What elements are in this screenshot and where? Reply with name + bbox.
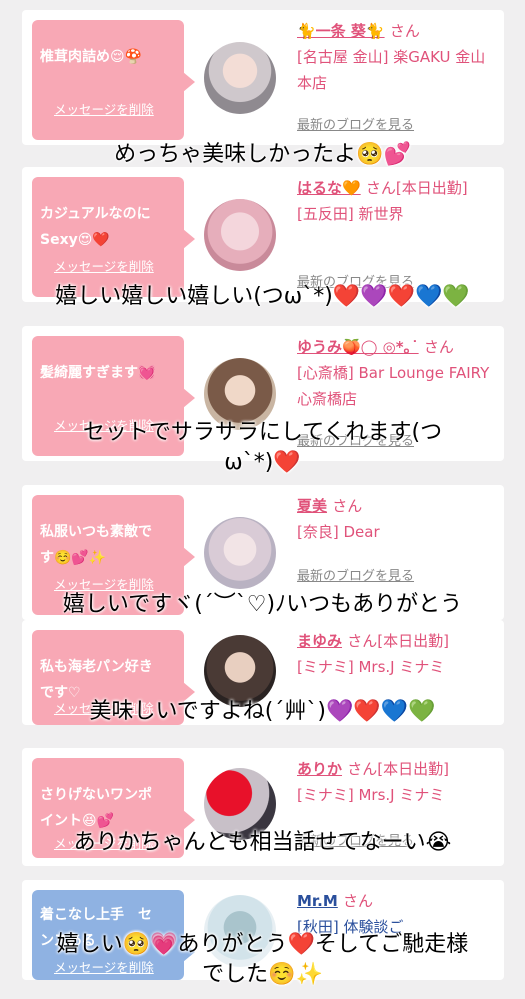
avatar[interactable] — [204, 517, 276, 589]
name-suffix: さん — [423, 338, 454, 356]
delete-message-link[interactable]: メッセージを削除 — [54, 99, 154, 118]
shop-name: [ミナミ] Mrs.J ミナミ — [297, 658, 445, 676]
cast-name-link[interactable]: まゆみ — [297, 632, 342, 650]
name-suffix: さん — [389, 22, 420, 40]
message-text: 椎茸肉詰め😌🍄 — [40, 49, 143, 65]
message-card: 椎茸肉詰め😌🍄 メッセージを削除 🐈一条 葵🐈 さん [名古屋 金山] 楽GAK… — [22, 10, 504, 145]
cast-name-link[interactable]: ゆうみ🍑◯ ◎*｡˙ — [297, 338, 419, 356]
cast-name-link[interactable]: 夏美 — [297, 497, 327, 515]
name-suffix: さん[本日出勤] — [347, 632, 449, 650]
shop-name: [五反田] 新世界 — [297, 205, 404, 223]
shop-name: [心斎橋] Bar Lounge FAIRY 心斎橋店 — [297, 364, 490, 408]
delete-message-link[interactable]: メッセージを削除 — [54, 256, 154, 275]
shop-name: [ミナミ] Mrs.J ミナミ — [297, 786, 445, 804]
comment-text: 嬉しい🥺💗ありがとう❤️そしてご馳走様 でした☺️✨ — [56, 932, 469, 987]
comment-text: 美味しいですよね(´艸`)💜❤️💙💚 — [89, 699, 436, 724]
name-suffix: さん — [332, 497, 363, 515]
shop-name: [奈良] Dear — [297, 523, 380, 541]
shop-name: [名古屋 金山] 楽GAKU 金山本店 — [297, 48, 486, 92]
name-suffix: さん[本日出勤] — [347, 760, 449, 778]
comment-text: 嬉しい嬉しい嬉しい(つω`*)❤️💜❤️💙💚 — [55, 284, 470, 309]
avatar[interactable] — [204, 42, 276, 114]
latest-blog-link[interactable]: 最新のブログを見る — [297, 114, 414, 133]
name-suffix: さん[本日出勤] — [365, 179, 468, 197]
comment-text: ありかちゃんとも相当話せてなーい😭 — [73, 830, 452, 855]
name-suffix: さん — [343, 892, 374, 910]
comment-text: セットでサラサラにしてくれます(つ ω`*)❤️ — [82, 420, 443, 475]
message-text: 髪綺麗すぎます💓 — [40, 365, 156, 381]
message-bubble: 椎茸肉詰め😌🍄 メッセージを削除 — [32, 20, 195, 140]
message-text: さりげないワンポ イント😆💕 — [40, 787, 152, 829]
cast-name-link[interactable]: 🐈一条 葵🐈 — [297, 22, 385, 40]
message-bubble: カジュアルなのに Sexy😍❤️ メッセージを削除 — [32, 177, 195, 297]
comment-text: めっちゃ美味しかったよ🥺💕 — [114, 142, 411, 167]
message-text: カジュアルなのに Sexy😍❤️ — [40, 206, 151, 248]
latest-blog-link[interactable]: 最新のブログを見る — [297, 565, 414, 584]
comment-text: 嬉しいですヾ(´︶`♡)ﾉいつもありがとう — [62, 592, 463, 617]
cast-name-link[interactable]: ありか — [297, 760, 342, 778]
cast-name-link[interactable]: はるな🧡 — [297, 179, 361, 197]
cast-name-link[interactable]: Mr.M — [297, 892, 338, 910]
avatar[interactable] — [204, 199, 276, 271]
message-text: 私服いつも素敵で す☺️💕✨ — [40, 524, 152, 566]
